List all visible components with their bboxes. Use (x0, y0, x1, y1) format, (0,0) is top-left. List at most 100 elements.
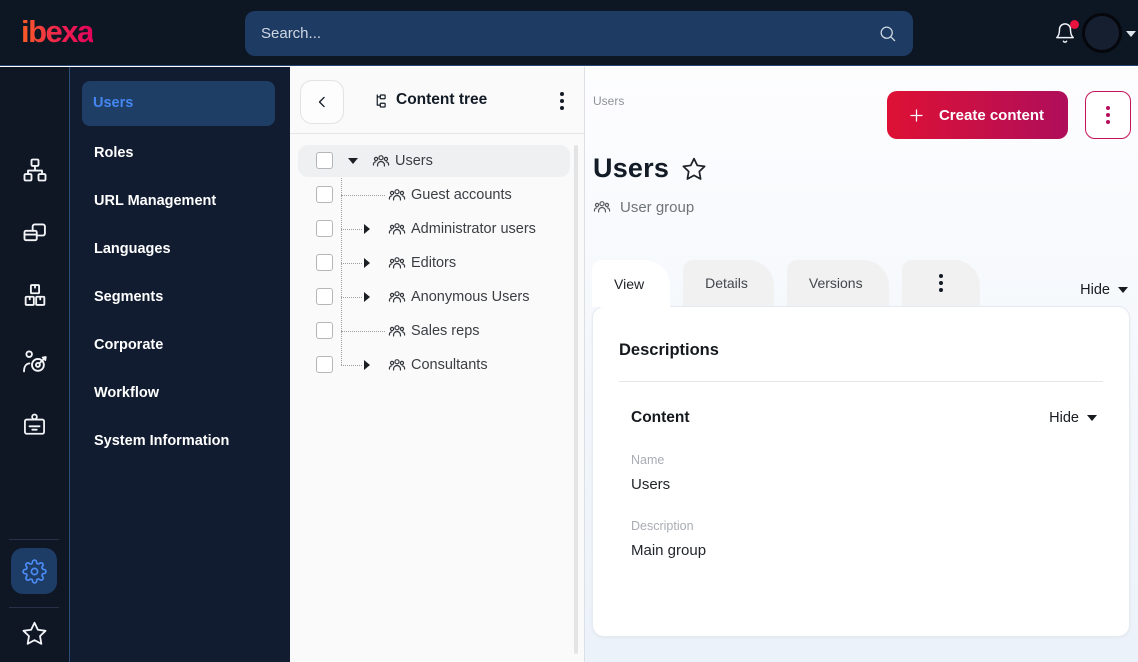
tab-bar: View Details Versions Hide (592, 260, 1128, 307)
field-name: Name Users (631, 453, 1103, 493)
gear-icon (22, 559, 47, 584)
title-row: Users (593, 153, 707, 184)
rail-item-admin-active[interactable] (11, 548, 57, 594)
tree-checkbox[interactable] (316, 220, 333, 237)
field-label: Name (631, 453, 665, 467)
search-icon[interactable] (878, 24, 897, 43)
tree-row-users[interactable]: Users (290, 144, 584, 178)
tree-row-anonymous-users[interactable]: Anonymous Users (290, 280, 584, 314)
tree-checkbox[interactable] (316, 254, 333, 271)
content-type-row: User group (593, 198, 694, 216)
sidebar-item-users[interactable]: Users (82, 81, 275, 126)
tree-item-label[interactable]: Guest accounts (411, 187, 512, 203)
tree-item-label[interactable]: Editors (411, 255, 456, 271)
hide-label: Hide (1080, 282, 1110, 298)
tree-row-consultants[interactable]: Consultants (290, 348, 584, 382)
user-group-icon (388, 220, 406, 238)
expand-caret-icon[interactable] (364, 360, 370, 370)
field-value: Users (631, 476, 671, 493)
chevron-left-icon (312, 92, 332, 112)
rail-item-badge[interactable] (0, 411, 69, 438)
expand-caret-icon[interactable] (364, 292, 370, 302)
content-tree-panel: Content tree Users Guest accounts Admini… (290, 67, 585, 662)
caret-down-icon (1118, 287, 1128, 293)
content-type-label: User group (620, 198, 695, 216)
sidebar-item-system-information[interactable]: System Information (70, 417, 290, 465)
field-label: Description (631, 519, 694, 533)
admin-side-menu: Users Roles URL Management Languages Seg… (69, 67, 290, 662)
app-frame: Users Roles URL Management Languages Seg… (0, 67, 1138, 662)
section-hide-toggle[interactable]: Hide (1049, 410, 1097, 426)
user-avatar[interactable] (1082, 13, 1122, 53)
hide-toggle[interactable]: Hide (1080, 282, 1128, 298)
content-tree-icon (372, 92, 390, 110)
create-content-button[interactable]: Create content (886, 91, 1068, 139)
user-group-icon (388, 186, 406, 204)
tree-panel-resizer[interactable] (574, 145, 578, 654)
tree-item-label[interactable]: Consultants (411, 357, 488, 373)
tree-options-button[interactable] (552, 91, 572, 111)
user-group-icon (388, 254, 406, 272)
tree-row-sales-reps[interactable]: Sales reps (290, 314, 584, 348)
sidebar-item-languages[interactable]: Languages (70, 225, 290, 273)
field-description: Description Main group (631, 519, 1103, 559)
main-content: Users Create content Users User group Vi… (585, 67, 1138, 662)
tab-versions[interactable]: Versions (786, 260, 889, 306)
card-heading: Descriptions (619, 341, 719, 359)
tree-item-label[interactable]: Anonymous Users (411, 289, 529, 305)
icon-rail (0, 67, 69, 662)
tree-row-editors[interactable]: Editors (290, 246, 584, 280)
notifications-button[interactable] (1054, 20, 1079, 46)
tab-more-button[interactable] (901, 260, 980, 306)
card-divider (619, 381, 1103, 382)
hide-label: Hide (1049, 410, 1079, 426)
rail-item-content-structure[interactable] (0, 156, 69, 184)
bookmark-star-icon[interactable] (681, 156, 707, 182)
collapse-tree-button[interactable] (300, 80, 344, 124)
rail-item-bookmarks[interactable] (0, 620, 69, 647)
sidebar-item-roles[interactable]: Roles (70, 129, 290, 177)
sidebar-item-workflow[interactable]: Workflow (70, 369, 290, 417)
tree-row-administrator-users[interactable]: Administrator users (290, 212, 584, 246)
tree-checkbox[interactable] (316, 356, 333, 373)
rail-item-audience[interactable] (0, 348, 69, 376)
top-bar: ibexa (0, 0, 1138, 66)
user-menu-caret-icon[interactable] (1126, 31, 1136, 37)
more-actions-button[interactable] (1085, 91, 1131, 139)
notification-dot (1070, 20, 1079, 29)
field-value: Main group (631, 542, 707, 559)
tree-checkbox[interactable] (316, 152, 333, 169)
descriptions-card: Descriptions Content Hide Name Users Des… (592, 306, 1130, 637)
plus-icon (907, 106, 926, 125)
rail-item-catalog[interactable] (0, 281, 69, 309)
kebab-icon (1106, 106, 1110, 124)
tree-item-label[interactable]: Users (395, 153, 433, 169)
kebab-icon (938, 274, 943, 292)
rail-item-pages[interactable] (0, 218, 69, 246)
sidebar-item-segments[interactable]: Segments (70, 273, 290, 321)
sidebar-item-url-management[interactable]: URL Management (70, 177, 290, 225)
tree-item-label[interactable]: Administrator users (411, 221, 536, 237)
expand-caret-icon[interactable] (364, 224, 370, 234)
global-search[interactable] (245, 11, 913, 56)
rail-divider (9, 539, 59, 540)
sidebar-item-corporate[interactable]: Corporate (70, 321, 290, 369)
tree-checkbox[interactable] (316, 288, 333, 305)
expand-caret-icon[interactable] (364, 258, 370, 268)
selected-row-highlight (298, 145, 570, 177)
audience-target-icon (21, 348, 49, 376)
tab-details[interactable]: Details (683, 260, 774, 306)
user-group-icon (388, 288, 406, 306)
breadcrumb[interactable]: Users (593, 94, 624, 108)
tab-view[interactable]: View (592, 260, 671, 307)
tree-checkbox[interactable] (316, 322, 333, 339)
create-content-label: Create content (938, 106, 1044, 124)
user-group-icon (593, 198, 611, 216)
ibexa-logo[interactable]: ibexa (21, 14, 94, 50)
tree-checkbox[interactable] (316, 186, 333, 203)
tree-row-guest-accounts[interactable]: Guest accounts (290, 178, 584, 212)
content-tree: Users Guest accounts Administrator users (290, 144, 584, 662)
tree-item-label[interactable]: Sales reps (411, 323, 480, 339)
search-input[interactable] (261, 25, 878, 42)
collapse-caret-icon[interactable] (348, 158, 358, 164)
